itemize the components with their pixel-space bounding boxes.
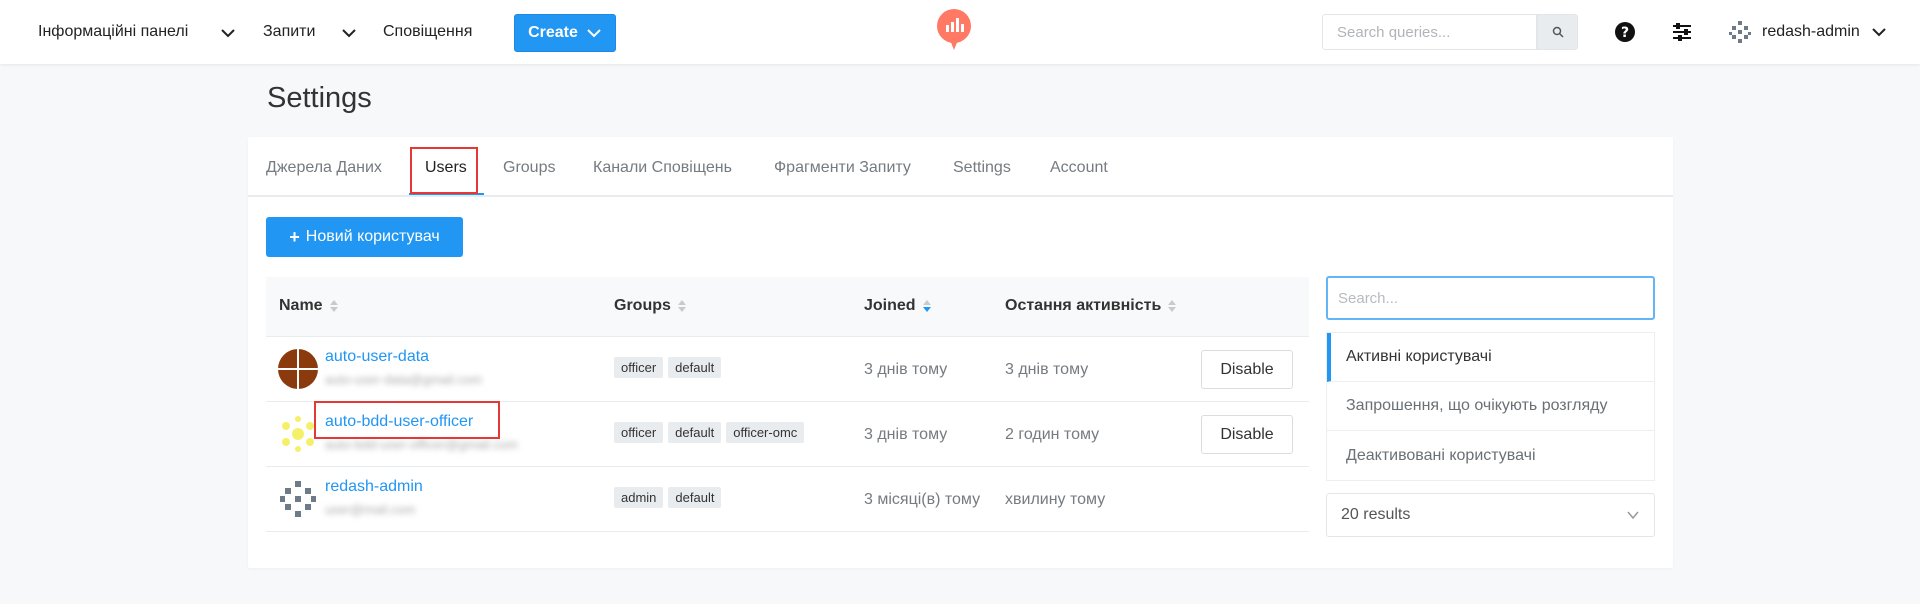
last-active-cell: 3 днів тому [1005,361,1089,378]
filter-pending-invitations[interactable]: Запрошення, що очікують розгляду [1327,382,1654,431]
chevron-down-icon[interactable] [219,24,237,42]
sort-icon [329,300,338,312]
tab-settings[interactable]: Settings [953,159,1011,177]
filter-active-users[interactable]: Активні користувачі [1327,333,1654,382]
tab-alert-destinations[interactable]: Канали Сповіщень [593,159,732,177]
search-queries-input[interactable]: Search queries... [1322,14,1537,50]
user-name-link[interactable]: redash-admin [325,478,423,496]
svg-text:?: ? [1621,25,1629,41]
avatar [278,479,318,519]
group-tags: admin default [614,487,722,508]
users-search-input[interactable]: Search... [1326,276,1655,320]
chevron-down-icon[interactable] [340,24,358,42]
user-filter-list: Активні користувачі Запрошення, що очіку… [1326,332,1655,481]
tab-query-snippets[interactable]: Фрагменти Запиту [774,159,911,177]
nav-queries-label: Запити [263,23,316,40]
avatar [278,349,318,389]
sort-descending-icon [922,300,931,312]
nav-queries[interactable]: Запити [263,0,315,64]
group-tag[interactable]: officer-omc [726,422,805,443]
page-title: Settings [267,82,372,114]
top-navbar: Інформаційні панелі Запити Сповіщення Cr… [0,0,1920,64]
user-name-link[interactable]: auto-user-data [325,348,429,366]
nav-alerts-label: Сповіщення [383,23,473,40]
column-header-name[interactable]: Name [279,297,339,315]
search-button[interactable] [1537,14,1578,50]
avatar [278,414,318,454]
column-header-joined[interactable]: Joined [864,297,932,315]
new-user-button[interactable]: + Новий користувач [266,217,463,257]
tab-groups[interactable]: Groups [503,159,555,177]
nav-dashboards[interactable]: Інформаційні панелі [38,0,188,64]
column-header-groups[interactable]: Groups [614,297,687,315]
table-row: redash-admin user@mail.com admin default… [266,467,1309,532]
redash-logo-icon[interactable] [936,8,972,52]
column-header-last-active-label: Остання активність [1005,297,1162,314]
search-queries-placeholder: Search queries... [1337,23,1451,41]
disable-button[interactable]: Disable [1201,415,1293,454]
plus-icon: + [289,226,300,247]
column-header-last-active[interactable]: Остання активність [1005,297,1177,315]
group-tag[interactable]: admin [614,487,664,508]
table-row: auto-user-data auto-user-data@gmail.com … [266,337,1309,402]
users-search-placeholder: Search... [1338,289,1399,307]
settings-sliders-icon[interactable] [1670,20,1694,44]
user-email: auto-user-data@gmail.com [325,372,482,387]
group-tag[interactable]: default [668,357,722,378]
create-button[interactable]: Create [514,14,616,52]
user-email: user@mail.com [325,502,416,517]
settings-card: Джерела Даних Users Groups Канали Сповіщ… [248,137,1673,568]
group-tags: officer default [614,357,722,378]
column-header-joined-label: Joined [864,297,916,314]
group-tag[interactable]: officer [614,422,664,443]
tab-account[interactable]: Account [1050,159,1108,177]
column-header-name-label: Name [279,297,323,314]
avatar [1728,20,1752,44]
chevron-down-icon [1627,511,1639,520]
group-tag[interactable]: default [668,422,722,443]
new-user-label: Новий користувач [305,228,440,245]
last-active-cell: 2 годин тому [1005,426,1100,443]
page-size-select[interactable]: 20 results [1326,493,1655,537]
chevron-down-icon [587,29,601,38]
joined-cell: 3 днів тому [864,426,948,443]
group-tag[interactable]: officer [614,357,664,378]
username-label: redash-admin [1762,23,1860,40]
nav-alerts[interactable]: Сповіщення [383,0,472,64]
disable-button[interactable]: Disable [1201,350,1293,389]
chevron-down-icon [1872,28,1886,37]
joined-cell: 3 днів тому [864,361,948,378]
sort-icon [677,300,686,312]
highlight-box [410,147,478,194]
table-row: auto-bdd-user-officer auto-bdd-user-offi… [266,401,1309,467]
column-header-groups-label: Groups [614,297,671,314]
help-icon[interactable]: ? [1613,20,1637,44]
group-tags: officer default officer-omc [614,422,805,443]
group-tag[interactable]: default [668,487,722,508]
page-size-label: 20 results [1341,506,1411,523]
users-table: Name Groups Joined Остання активність au… [266,277,1309,532]
tab-data-sources[interactable]: Джерела Даних [266,159,382,177]
last-active-cell: хвилину тому [1005,491,1106,508]
filter-disabled-users[interactable]: Деактивовані користувачі [1327,431,1654,480]
create-button-label: Create [528,24,578,41]
user-email: auto-bdd-user-officer@gmail.com [325,437,518,452]
search-icon [1552,26,1564,38]
table-header: Name Groups Joined Остання активність [266,277,1309,337]
nav-dashboards-label: Інформаційні панелі [38,23,189,40]
joined-cell: 3 місяці(в) тому [864,491,981,508]
highlight-box [314,401,500,439]
sort-icon [1168,300,1177,312]
user-menu[interactable]: redash-admin [1728,0,1888,64]
